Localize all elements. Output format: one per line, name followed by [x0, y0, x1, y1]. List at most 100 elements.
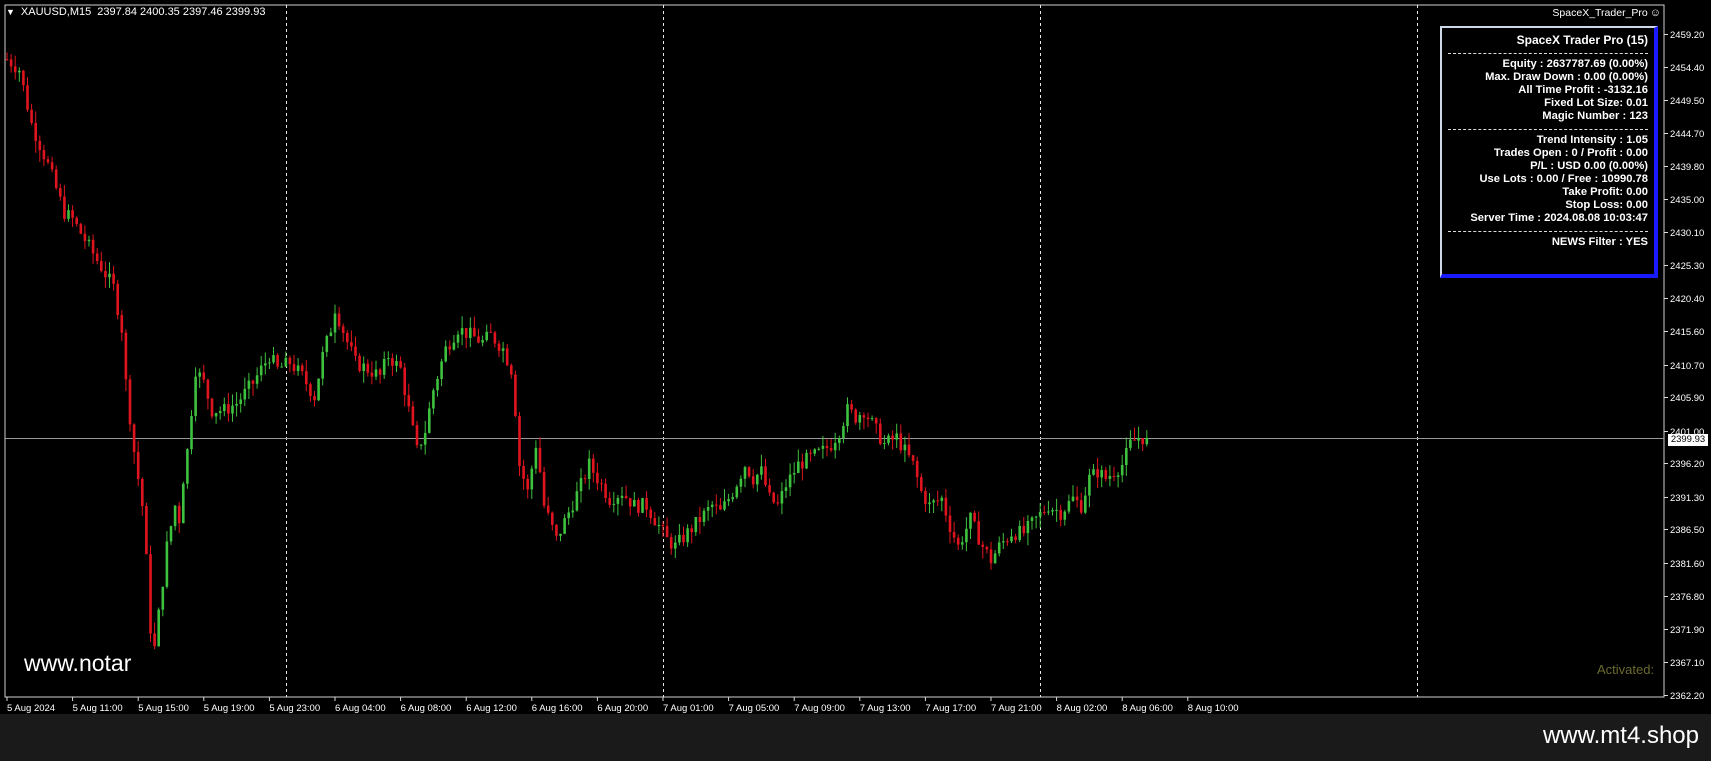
candle-body [71, 210, 74, 218]
candle-body [911, 455, 915, 461]
current-price-tag: 2399.93 [1668, 434, 1708, 446]
candle-body [624, 495, 628, 499]
candle-body [182, 483, 185, 524]
candle-body [764, 466, 767, 486]
candle-body [358, 355, 361, 371]
x-tick-label: 8 Aug 10:00 [1188, 703, 1239, 714]
x-tick-label: 8 Aug 02:00 [1057, 703, 1108, 714]
candle-body [1018, 525, 1021, 540]
candle-body [518, 415, 521, 466]
candle-body [288, 357, 292, 365]
candle-body [616, 497, 620, 504]
candle-body [100, 260, 103, 272]
candle-body [825, 445, 829, 449]
candle-body [153, 633, 156, 647]
candle-body [538, 447, 542, 473]
candle-body [247, 380, 251, 389]
candle-body [944, 497, 948, 516]
candle-body [1059, 509, 1062, 520]
candle-body [329, 332, 333, 337]
candle-body [866, 417, 870, 420]
candle-body [239, 399, 242, 404]
candle-body [280, 366, 283, 368]
equity-row: Equity : 2637787.69 (0.00%) [1502, 58, 1648, 70]
candle-body [973, 512, 976, 522]
candle-body [313, 395, 316, 401]
candle-body [284, 357, 288, 367]
candle-body [292, 364, 296, 372]
candle-body [862, 415, 866, 418]
candle-body [251, 380, 255, 384]
all-time-profit-row: All Time Profit : -3132.16 [1518, 84, 1648, 96]
candle-body [46, 159, 50, 163]
x-tick-label: 5 Aug 11:00 [73, 703, 123, 714]
candle-body [177, 505, 181, 524]
smiley-face-icon[interactable]: ☺ [1650, 7, 1661, 19]
candle-body [698, 516, 702, 522]
candle-body [534, 447, 538, 469]
candle-body [641, 498, 644, 513]
candle-body [132, 424, 136, 452]
candle-body [682, 534, 685, 543]
candle-body [169, 526, 173, 542]
candle-body [59, 187, 62, 197]
candle-body [469, 327, 472, 338]
footer-url: www.mt4.shop [1542, 722, 1699, 749]
candle-body [920, 477, 923, 491]
candle-body [522, 465, 525, 479]
trend-intensity-row: Trend Intensity : 1.05 [1536, 134, 1648, 146]
candle-body [1022, 525, 1026, 534]
candle-body [300, 365, 304, 372]
symbol-label: XAUUSD,M15 [20, 6, 92, 18]
chart-area[interactable]: 2459.20 2454.40 2449.50 2444.70 2439.80 2435.… [0, 0, 1711, 714]
y-tick-label: 2386.50 [1670, 525, 1704, 536]
candle-body [936, 500, 939, 502]
candle-body [997, 542, 1001, 554]
candle-body [481, 340, 484, 343]
candle-body [428, 408, 431, 433]
y-tick-label: 2459.20 [1670, 30, 1704, 41]
candle-body [83, 233, 87, 242]
candle-body [649, 509, 652, 519]
candle-body [653, 518, 657, 526]
dropdown-triangle-icon[interactable]: ▼ [6, 7, 15, 17]
y-tick-label: 2430.10 [1670, 228, 1704, 239]
take-profit-row: Take Profit: 0.00 [1562, 186, 1648, 198]
candle-body [210, 398, 214, 417]
expert-advisor-label[interactable]: SpaceX_Trader_Pro ☺ [1552, 7, 1661, 19]
candle-body [702, 510, 706, 522]
candle-body [157, 609, 160, 647]
candle-body [985, 546, 989, 550]
candle-body [1075, 496, 1079, 501]
candle-body [637, 500, 640, 513]
y-tick-label: 2425.30 [1670, 261, 1704, 272]
candle-body [456, 334, 460, 343]
candle-body [874, 418, 878, 424]
x-tick-label: 7 Aug 01:00 [663, 703, 714, 714]
candle-body [1043, 511, 1046, 513]
candle-body [567, 512, 570, 519]
candle-body [612, 503, 616, 505]
candle-body [1137, 438, 1140, 441]
divider [1448, 129, 1648, 130]
candle-body [694, 516, 698, 533]
candle-body [628, 498, 632, 507]
candle-body [493, 332, 497, 344]
candle-body [1125, 447, 1128, 466]
candle-body [751, 476, 755, 485]
symbol-header: ▼ XAUUSD,M15 2397.84 2400.35 2397.46 239… [6, 6, 265, 18]
candle-body [526, 478, 529, 490]
panel-title: SpaceX Trader Pro (15) [1516, 33, 1648, 47]
y-tick-label: 2405.90 [1670, 393, 1704, 404]
candle-body [792, 473, 796, 475]
candle-body [460, 328, 464, 335]
x-tick-label: 7 Aug 17:00 [925, 703, 976, 714]
candle-body [501, 348, 505, 351]
candle-body [108, 273, 111, 278]
candle-body [370, 372, 374, 377]
candle-body [817, 448, 821, 450]
candle-body [686, 528, 689, 543]
candle-body [264, 363, 267, 366]
candle-body [42, 150, 46, 160]
candle-body [952, 532, 956, 538]
